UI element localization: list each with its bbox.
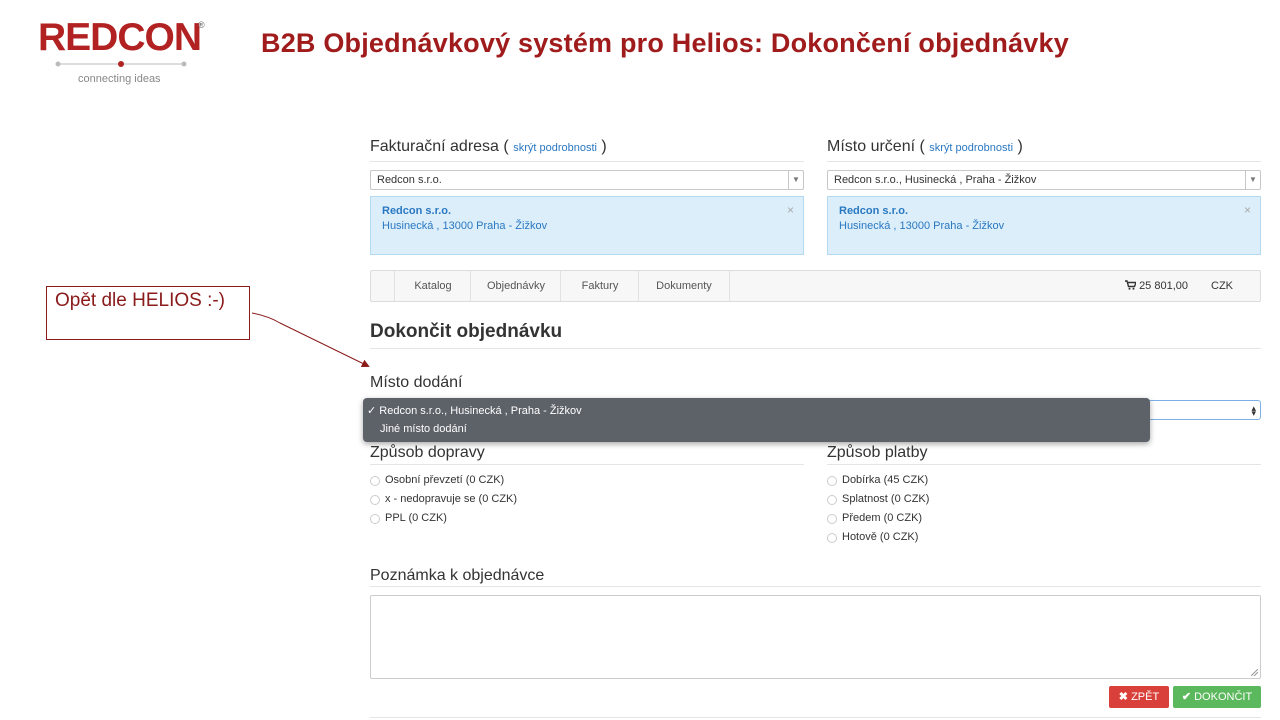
delivery-option-other[interactable]: Jiné místo dodání <box>380 423 467 435</box>
destination-select[interactable]: Redcon s.r.o., Husinecká , Praha - Žižko… <box>827 170 1261 190</box>
note-divider <box>370 586 1261 587</box>
delivery-option-label: Redcon s.r.o., Husinecká , Praha - Žižko… <box>379 405 582 417</box>
title-divider <box>370 348 1261 349</box>
billing-address-heading: Fakturační adresa ( skrýt podrobnosti ) <box>370 138 607 156</box>
delivery-option-selected[interactable]: ✓ Redcon s.r.o., Husinecká , Praha - Žiž… <box>367 404 582 417</box>
destination-divider <box>827 161 1261 162</box>
destination-heading-close-paren: ) <box>1017 138 1023 155</box>
destination-select-value: Redcon s.r.o., Husinecká , Praha - Žižko… <box>834 174 1037 186</box>
logo-tagline: connecting ideas <box>78 73 161 85</box>
billing-address-detail: Redcon s.r.o. Husinecká , 13000 Praha - … <box>370 196 804 255</box>
delivery-select[interactable]: ▴ ▾ <box>1148 400 1261 420</box>
billing-heading-text: Fakturační adresa ( <box>370 138 509 155</box>
nav-item-label: Dokumenty <box>656 280 712 292</box>
destination-hide-details-link[interactable]: skrýt podrobnosti <box>929 142 1013 154</box>
nav-item-objednavky[interactable]: Objednávky <box>470 271 561 301</box>
payment-option-label: Hotově (0 CZK) <box>842 531 919 543</box>
nav-item-label: Faktury <box>581 280 619 292</box>
logo-circuit-icon <box>55 61 187 67</box>
logo-registered-mark: ® <box>198 20 205 30</box>
billing-detail-address: Husinecká , 13000 Praha - Žižkov <box>382 220 548 232</box>
shipping-heading: Způsob dopravy <box>370 444 485 461</box>
nav-item-faktury[interactable]: Faktury <box>560 271 639 301</box>
shipping-divider <box>370 464 804 465</box>
cart-currency: CZK <box>1211 280 1233 292</box>
billing-detail-name: Redcon s.r.o. <box>382 205 452 217</box>
note-heading: Poznámka k objednávce <box>370 567 545 584</box>
back-button[interactable]: ✖ ZPĚT <box>1109 686 1169 708</box>
finish-button[interactable]: ✔ DOKONČIT <box>1173 686 1261 708</box>
radio-button[interactable] <box>370 514 380 524</box>
footer-divider <box>370 717 1261 718</box>
destination-detail-address: Husinecká , 13000 Praha - Žižkov <box>839 220 1005 232</box>
destination-heading: Místo určení ( skrýt podrobnosti ) <box>827 138 1023 156</box>
nav-item-label: Objednávky <box>486 280 546 292</box>
radio-button[interactable] <box>370 495 380 505</box>
payment-option-label: Dobírka (45 CZK) <box>842 474 929 486</box>
radio-button[interactable] <box>827 476 837 486</box>
slide-title: B2B Objednávkový systém pro Helios: Doko… <box>261 28 1069 58</box>
payment-option-label: Splatnost (0 CZK) <box>842 493 930 505</box>
nav-item-katalog[interactable]: Katalog <box>394 271 471 301</box>
order-note-textarea[interactable] <box>370 595 1261 679</box>
chevron-down-icon: ▼ <box>1245 171 1260 189</box>
payment-option-label: Předem (0 CZK) <box>842 512 923 524</box>
billing-divider <box>370 161 804 162</box>
check-icon: ✓ <box>367 405 377 417</box>
cart-summary[interactable]: 25 801,00 <box>1125 271 1188 301</box>
shipping-option-label: Osobní převzetí (0 CZK) <box>385 474 505 486</box>
payment-heading: Způsob platby <box>827 444 928 461</box>
radio-button[interactable] <box>370 476 380 486</box>
check-icon: ✔ <box>1181 691 1192 703</box>
annotation-callout-text: Opět dle HELIOS :-) <box>55 290 226 311</box>
cart-icon <box>1125 280 1138 290</box>
destination-detail-name: Redcon s.r.o. <box>839 205 909 217</box>
main-navbar: Katalog Objednávky Faktury Dokumenty 25 … <box>370 270 1261 302</box>
page-title: Dokončit objednávku <box>370 321 563 342</box>
radio-button[interactable] <box>827 495 837 505</box>
close-icon: ✖ <box>1118 691 1129 703</box>
shipping-option-label: x - nedopravuje se (0 CZK) <box>385 493 518 505</box>
destination-close-icon[interactable]: × <box>1244 203 1251 217</box>
nav-item-dokumenty[interactable]: Dokumenty <box>638 271 730 301</box>
nav-item-label: Katalog <box>414 280 452 292</box>
select-arrows-down-icon: ▾ <box>1251 408 1256 418</box>
destination-detail: Redcon s.r.o. Husinecká , 13000 Praha - … <box>827 196 1261 255</box>
billing-address-select[interactable]: Redcon s.r.o. ▼ <box>370 170 804 190</box>
shipping-option-label: PPL (0 CZK) <box>385 512 447 524</box>
radio-button[interactable] <box>827 533 837 543</box>
destination-heading-text: Místo určení ( <box>827 138 925 155</box>
billing-heading-close-paren: ) <box>601 138 607 155</box>
logo-text: REDCON <box>38 16 202 59</box>
radio-button[interactable] <box>827 514 837 524</box>
cart-amount: 25 801,00 <box>1139 280 1188 292</box>
resize-handle-icon[interactable] <box>1251 669 1258 676</box>
billing-select-value: Redcon s.r.o. <box>377 174 442 186</box>
payment-divider <box>827 464 1261 465</box>
chevron-down-icon: ▼ <box>788 171 803 189</box>
back-button-label: ZPĚT <box>1131 691 1160 703</box>
billing-hide-details-link[interactable]: skrýt podrobnosti <box>513 142 597 154</box>
delivery-option-label: Jiné místo dodání <box>380 423 467 435</box>
delivery-heading: Místo dodání <box>370 374 463 391</box>
billing-close-icon[interactable]: × <box>787 203 794 217</box>
finish-button-label: DOKONČIT <box>1194 691 1253 703</box>
